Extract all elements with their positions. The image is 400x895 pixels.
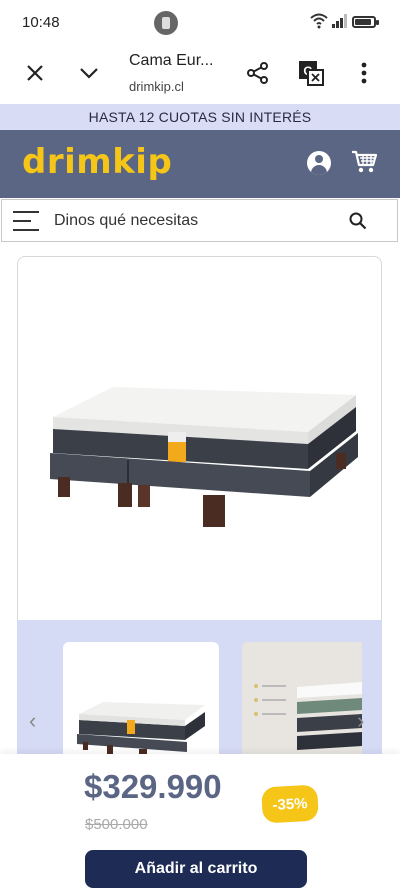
price-sheet: $329.990 $500.000 -35% Añadir al carrito xyxy=(0,754,400,895)
chevron-right-icon[interactable]: › xyxy=(357,708,364,734)
thumbnail-mattress-layers[interactable] xyxy=(242,642,362,772)
account-icon[interactable] xyxy=(307,151,331,175)
status-bar: 10:48 xyxy=(0,0,400,46)
close-icon xyxy=(27,65,43,81)
signal-icon xyxy=(332,14,347,28)
menu-icon[interactable] xyxy=(13,211,39,231)
share-icon xyxy=(247,62,268,84)
close-tab-button[interactable] xyxy=(20,58,50,88)
site-header: drimkip xyxy=(0,130,400,198)
cart-icon[interactable] xyxy=(351,150,377,174)
wifi-icon xyxy=(310,13,328,29)
more-options-button[interactable] xyxy=(349,58,379,88)
expand-button[interactable] xyxy=(74,58,104,88)
thumbnail-carousel: ‹ › xyxy=(17,620,382,772)
chevron-left-icon[interactable]: ‹ xyxy=(29,708,36,734)
browser-toolbar: Cama Eur... drimkip.cl G xyxy=(0,46,400,102)
page-domain: drimkip.cl xyxy=(129,79,184,94)
promo-banner: HASTA 12 CUOTAS SIN INTERÉS xyxy=(0,104,400,130)
product-price: $329.990 xyxy=(84,768,222,805)
battery-icon xyxy=(352,16,379,28)
page-title: Cama Eur... xyxy=(129,52,214,69)
thumbnail-bed[interactable] xyxy=(63,642,219,772)
search-icon[interactable] xyxy=(349,212,367,230)
screenshot-notification-icon xyxy=(154,11,178,35)
add-to-cart-button[interactable]: Añadir al carrito xyxy=(85,850,307,888)
chevron-down-icon xyxy=(80,68,98,79)
status-time: 10:48 xyxy=(22,14,60,31)
bed-image xyxy=(50,387,358,527)
bed-thumbnail-image xyxy=(77,702,205,761)
mattress-layers-image xyxy=(242,642,362,772)
more-vertical-icon xyxy=(361,62,367,84)
search-bar[interactable]: Dinos qué necesitas xyxy=(1,199,398,242)
discount-badge: -35% xyxy=(261,784,319,824)
translate-button[interactable]: G xyxy=(296,58,326,88)
search-input[interactable]: Dinos qué necesitas xyxy=(54,212,198,230)
drimkip-logo[interactable]: drimkip xyxy=(22,142,172,182)
share-button[interactable] xyxy=(243,58,273,88)
translate-icon: G xyxy=(299,61,324,86)
product-image-card[interactable] xyxy=(17,256,382,636)
product-old-price: $500.000 xyxy=(85,816,148,833)
